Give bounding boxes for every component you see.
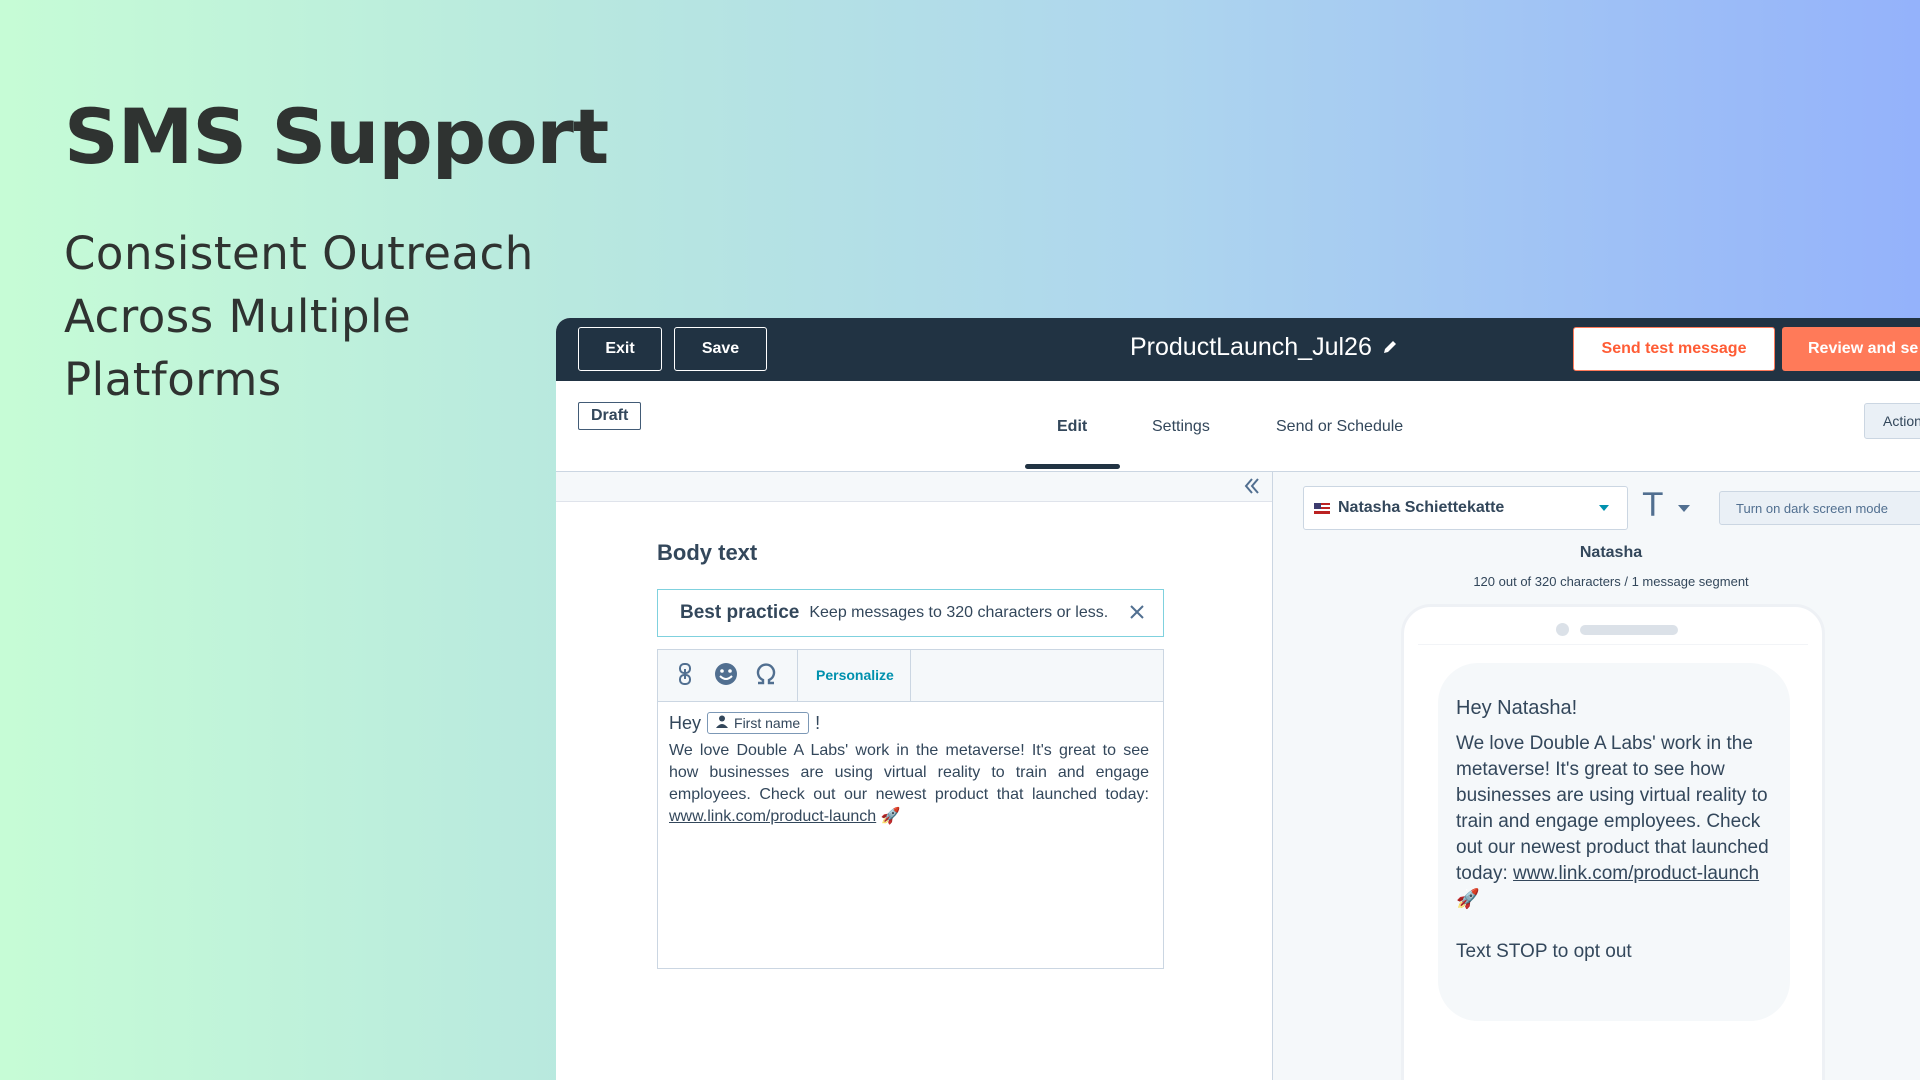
double-chevron-left-icon[interactable] bbox=[1242, 476, 1262, 502]
character-count: 120 out of 320 characters / 1 message se… bbox=[1473, 574, 1749, 589]
greeting-line: Hey First name ! bbox=[669, 712, 1149, 734]
text-size-chevron-down-icon[interactable] bbox=[1678, 505, 1690, 512]
text-size-icon[interactable]: T bbox=[1643, 486, 1663, 524]
document-title[interactable]: ProductLaunch_Jul26 bbox=[1130, 333, 1398, 362]
phone-screen: Hey Natasha! We love Double A Labs' work… bbox=[1418, 644, 1808, 1080]
active-tab-indicator bbox=[1025, 464, 1120, 469]
top-bar: Exit Save ProductLaunch_Jul26 Send test … bbox=[556, 318, 1920, 381]
phone-speaker bbox=[1580, 625, 1678, 635]
best-practice-alert: Best practice Keep messages to 320 chara… bbox=[657, 589, 1164, 637]
tab-send-or-schedule[interactable]: Send or Schedule bbox=[1276, 418, 1403, 436]
hero-title: SMS Support bbox=[64, 92, 609, 181]
tab-edit[interactable]: Edit bbox=[1057, 418, 1087, 436]
editor-content[interactable]: Hey First name ! We love Double A Labs' … bbox=[669, 712, 1149, 828]
toolbar-separator bbox=[910, 650, 911, 701]
person-icon bbox=[716, 715, 729, 731]
toolbar-separator bbox=[797, 650, 798, 701]
preview-link[interactable]: www.link.com/product-launch bbox=[1513, 863, 1759, 884]
tab-bar: Draft Edit Settings Send or Schedule Act… bbox=[556, 381, 1920, 472]
best-practice-message: Keep messages to 320 characters or less. bbox=[809, 604, 1109, 621]
best-practice-title: Best practice bbox=[680, 602, 800, 623]
actions-button[interactable]: Action bbox=[1864, 403, 1920, 439]
collapse-strip bbox=[556, 472, 1272, 502]
tab-settings[interactable]: Settings bbox=[1152, 418, 1210, 436]
editor-body-text: We love Double A Labs' work in the metav… bbox=[669, 740, 1149, 828]
hero-subtitle: Consistent Outreach Across Multiple Plat… bbox=[64, 227, 534, 406]
sms-body-editor[interactable]: Personalize Hey First name ! We love Dou… bbox=[657, 649, 1164, 969]
preview-body-text: We love Double A Labs' work in the metav… bbox=[1456, 733, 1769, 884]
status-badge: Draft bbox=[578, 402, 642, 430]
body-text: We love Double A Labs' work in the metav… bbox=[669, 742, 1149, 803]
preview-greeting: Hey Natasha! bbox=[1456, 697, 1578, 719]
document-title-text: ProductLaunch_Jul26 bbox=[1130, 333, 1372, 361]
review-and-send-button[interactable]: Review and se bbox=[1782, 327, 1920, 371]
message-bubble: Hey Natasha! We love Double A Labs' work… bbox=[1438, 663, 1790, 1021]
rocket-emoji: 🚀 bbox=[880, 808, 901, 825]
preview-body: We love Double A Labs' work in the metav… bbox=[1456, 731, 1772, 913]
editor-toolbar: Personalize bbox=[658, 650, 1163, 702]
phone-preview: Hey Natasha! We love Double A Labs' work… bbox=[1401, 604, 1825, 1080]
opt-out-text: Text STOP to opt out bbox=[1456, 941, 1632, 962]
token-label: First name bbox=[734, 715, 801, 731]
exit-button[interactable]: Exit bbox=[578, 327, 662, 371]
greeting-text: Hey bbox=[669, 712, 702, 733]
editor-pane: Body text Best practice Keep messages to… bbox=[556, 472, 1273, 1080]
emoji-icon[interactable] bbox=[713, 662, 739, 688]
phone-camera bbox=[1556, 623, 1569, 636]
preview-recipient-name: Natasha bbox=[1579, 544, 1643, 561]
body-text-heading: Body text bbox=[657, 540, 758, 565]
close-icon[interactable] bbox=[1129, 600, 1145, 626]
dark-mode-button[interactable]: Turn on dark screen mode bbox=[1719, 491, 1920, 525]
contact-select[interactable]: Natasha Schiettekatte bbox=[1303, 486, 1628, 530]
special-character-icon[interactable] bbox=[753, 662, 779, 688]
contact-name: Natasha Schiettekatte bbox=[1338, 499, 1505, 516]
personalize-button[interactable]: Personalize bbox=[816, 667, 894, 683]
personalization-token[interactable]: First name bbox=[707, 712, 810, 734]
sms-editor-window: Exit Save ProductLaunch_Jul26 Send test … bbox=[556, 318, 1920, 1080]
product-link[interactable]: www.link.com/product-launch bbox=[669, 808, 876, 825]
chevron-down-icon bbox=[1599, 505, 1609, 511]
us-flag-icon bbox=[1314, 502, 1330, 514]
send-test-message-button[interactable]: Send test message bbox=[1573, 327, 1775, 371]
save-button[interactable]: Save bbox=[674, 327, 767, 371]
greeting-punctuation: ! bbox=[815, 712, 821, 733]
link-icon[interactable] bbox=[672, 662, 698, 688]
preview-rocket-emoji: 🚀 bbox=[1456, 889, 1480, 910]
preview-pane: Natasha Schiettekatte T Turn on dark scr… bbox=[1273, 472, 1920, 1080]
pencil-icon[interactable] bbox=[1382, 333, 1398, 362]
